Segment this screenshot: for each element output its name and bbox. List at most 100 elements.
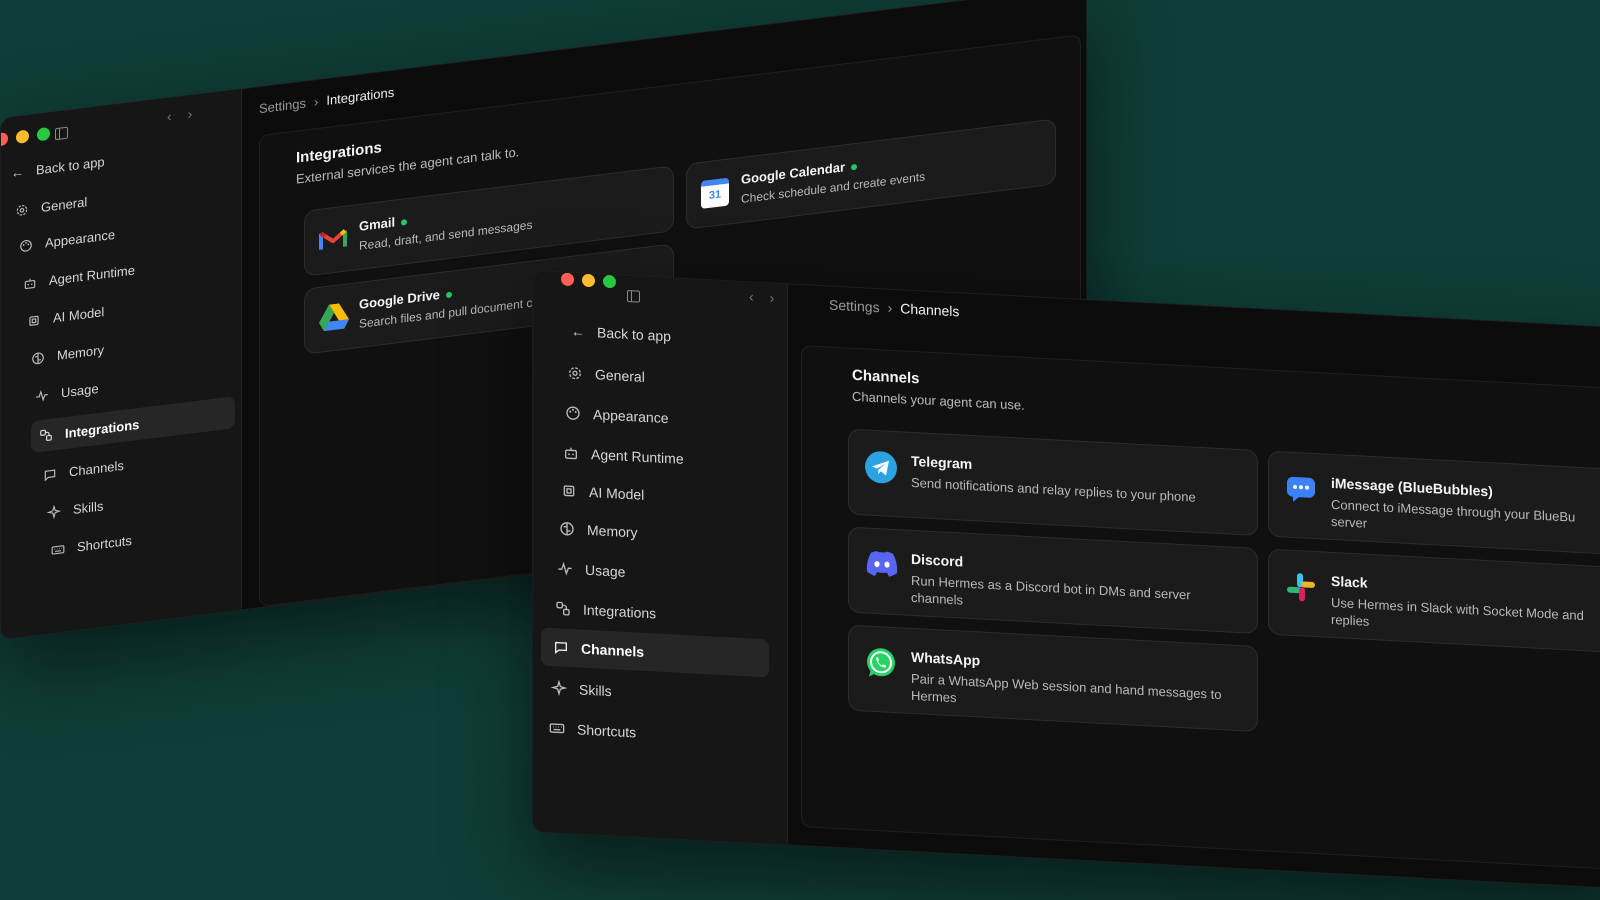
- bot-icon: [565, 447, 577, 460]
- history-nav: ‹ ›: [749, 288, 774, 305]
- back-chevron-icon[interactable]: ‹: [167, 108, 172, 125]
- card-title: Slack: [1331, 572, 1368, 591]
- history-nav: ‹ ›: [167, 105, 192, 124]
- integrations-icon: [556, 601, 570, 616]
- sidebar-item-general[interactable]: General: [15, 194, 87, 218]
- sidebar: ‹ › ← Back to app General Appearance Age…: [0, 89, 242, 639]
- card-title: iMessage (BlueBubbles): [1331, 474, 1493, 500]
- cpu-icon: [563, 485, 575, 497]
- sidebar-item-usage[interactable]: Usage: [35, 381, 99, 404]
- card-description: Send notifications and relay replies to …: [911, 474, 1196, 505]
- breadcrumb-current: Integrations: [326, 84, 395, 108]
- keyboard-icon: [51, 544, 65, 555]
- sidebar-item-ai-model[interactable]: AI Model: [27, 304, 104, 328]
- sidebar-item-skills[interactable]: Skills: [551, 679, 612, 699]
- sidebar-item-integrations[interactable]: Integrations: [31, 396, 235, 454]
- channels-panel: Channels Channels your agent can use. Te…: [801, 345, 1600, 871]
- forward-chevron-icon[interactable]: ›: [188, 105, 193, 122]
- forward-chevron-icon[interactable]: ›: [770, 289, 775, 305]
- discord-icon: [866, 551, 898, 577]
- sidebar-item-agent-runtime[interactable]: Agent Runtime: [23, 262, 135, 291]
- sidebar-item-usage[interactable]: Usage: [557, 560, 625, 580]
- google-drive-icon: [319, 303, 349, 332]
- card-description: Connect to iMessage through your BlueBu …: [1331, 496, 1576, 531]
- channel-card-whatsapp[interactable]: WhatsApp Pair a WhatsApp Web session and…: [848, 624, 1258, 733]
- google-calendar-icon: 31: [701, 177, 729, 209]
- chat-icon: [44, 469, 56, 481]
- sidebar-item-memory[interactable]: Memory: [31, 342, 104, 366]
- maximize-window-button[interactable]: [37, 126, 50, 142]
- breadcrumb: Settings › Channels: [829, 296, 960, 320]
- window-controls: [0, 126, 50, 147]
- connected-indicator: [851, 163, 858, 171]
- gear-icon: [569, 367, 581, 380]
- sidebar-item-ai-model[interactable]: AI Model: [561, 483, 644, 503]
- bot-icon: [24, 278, 36, 289]
- sidebar-item-shortcuts[interactable]: Shortcuts: [549, 720, 636, 740]
- keyboard-icon: [549, 723, 565, 734]
- slack-icon: [1287, 573, 1315, 602]
- brain-icon: [32, 351, 44, 364]
- channel-card-discord[interactable]: Discord Run Hermes as a Discord bot in D…: [848, 526, 1258, 635]
- channel-card-imessage[interactable]: iMessage (BlueBubbles) Connect to iMessa…: [1268, 450, 1600, 559]
- card-title: Gmail: [359, 214, 396, 234]
- maximize-window-button[interactable]: [603, 274, 616, 289]
- integrations-icon: [40, 429, 52, 441]
- breadcrumb: Settings › Integrations: [259, 84, 395, 117]
- palette-icon: [566, 406, 580, 420]
- card-description: Pair a WhatsApp Web session and hand mes…: [911, 670, 1222, 706]
- activity-icon: [36, 389, 48, 402]
- sidebar-item-appearance[interactable]: Appearance: [565, 405, 669, 426]
- page-subtitle: Channels your agent can use.: [852, 388, 1025, 413]
- channel-card-slack[interactable]: Slack Use Hermes in Slack with Socket Mo…: [1268, 548, 1600, 657]
- telegram-icon: [865, 451, 897, 484]
- window-controls: [561, 272, 616, 289]
- sidebar: ‹ › ← Back to app General Appearance Age…: [533, 271, 788, 845]
- card-description: Use Hermes in Slack with Socket Mode and…: [1331, 594, 1584, 629]
- sidebar-item-channels[interactable]: Channels: [541, 627, 769, 678]
- sidebar-item-integrations[interactable]: Integrations: [555, 600, 656, 622]
- integration-card-google-calendar[interactable]: 31 Google Calendar Check schedule and cr…: [686, 118, 1056, 230]
- channel-card-telegram[interactable]: Telegram Send notifications and relay re…: [848, 428, 1258, 537]
- sidebar-toggle-icon[interactable]: [627, 289, 640, 303]
- page-title: Channels: [852, 366, 920, 388]
- imessage-icon: [1287, 476, 1315, 502]
- whatsapp-icon: [867, 648, 895, 677]
- palette-icon: [20, 239, 32, 252]
- connected-indicator: [401, 218, 408, 226]
- close-window-button[interactable]: [0, 132, 8, 147]
- sparkles-icon: [47, 504, 61, 519]
- sidebar-item-appearance[interactable]: Appearance: [19, 227, 115, 254]
- gear-icon: [16, 204, 28, 216]
- breadcrumb-root[interactable]: Settings: [829, 297, 880, 316]
- minimize-window-button[interactable]: [582, 273, 595, 288]
- brain-icon: [560, 522, 574, 536]
- channels-window: ‹ › ← Back to app General Appearance Age…: [532, 270, 1600, 890]
- arrow-left-icon: ←: [571, 323, 585, 340]
- back-to-app-link[interactable]: ← Back to app: [571, 323, 671, 344]
- chat-icon: [555, 641, 567, 654]
- back-chevron-icon[interactable]: ‹: [749, 288, 754, 304]
- card-title: Telegram: [911, 452, 973, 473]
- connected-indicator: [445, 291, 452, 298]
- cpu-icon: [29, 315, 39, 326]
- card-description: Run Hermes as a Discord bot in DMs and s…: [911, 572, 1191, 608]
- breadcrumb-current: Channels: [900, 300, 960, 320]
- sidebar-item-general[interactable]: General: [567, 365, 645, 385]
- gmail-icon: [319, 229, 347, 250]
- card-title: Discord: [911, 550, 964, 570]
- back-to-app-link[interactable]: ← Back to app: [11, 154, 105, 180]
- minimize-window-button[interactable]: [16, 129, 29, 145]
- sidebar-toggle-icon[interactable]: [55, 126, 68, 141]
- activity-icon: [558, 561, 572, 576]
- card-title: WhatsApp: [911, 648, 981, 669]
- breadcrumb-root[interactable]: Settings: [259, 95, 306, 116]
- sidebar-item-shortcuts[interactable]: Shortcuts: [51, 533, 132, 558]
- arrow-left-icon: ←: [11, 164, 24, 181]
- sidebar-item-memory[interactable]: Memory: [559, 520, 638, 541]
- sparkles-icon: [551, 679, 567, 697]
- sidebar-item-skills[interactable]: Skills: [47, 498, 103, 520]
- close-window-button[interactable]: [561, 272, 574, 287]
- sidebar-item-agent-runtime[interactable]: Agent Runtime: [563, 445, 684, 467]
- sidebar-item-channels[interactable]: Channels: [43, 458, 124, 483]
